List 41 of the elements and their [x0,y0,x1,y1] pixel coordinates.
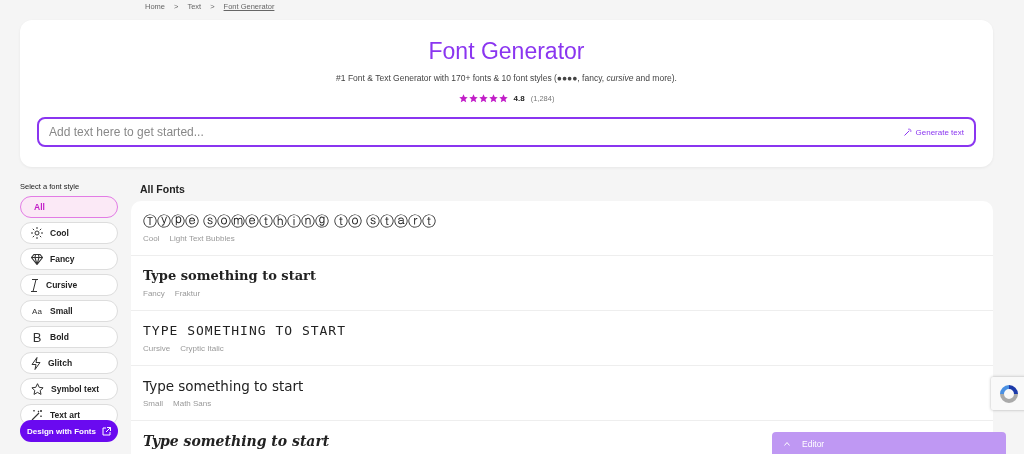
style-icon: B [31,329,43,345]
generate-text-button[interactable]: Generate text [901,125,966,139]
font-name: Light Text Bubbles [169,234,235,243]
font-style-button[interactable]: All [20,196,118,218]
font-name: Fraktur [174,289,201,298]
external-link-icon [101,426,111,436]
font-sample[interactable]: Type something to start [143,376,304,396]
font-style-button[interactable]: Fancy [20,248,118,270]
font-sample[interactable]: Type something to start [143,431,330,451]
text-cursor-icon [31,278,39,292]
font-name: Cryptic Italic [180,344,224,353]
magic-wand-icon [903,128,912,136]
subtitle: #1 Font & Text Generator with 170+ fonts & 10 font styles (●●●●, fancy, cursive and more). [336,73,677,83]
text-input-field[interactable]: Add text here to get started... Generate text [37,117,976,147]
category-tag: Cool [143,234,160,243]
lightning-icon [31,356,41,370]
font-sample[interactable]: Ⓣⓨⓟⓔ ⓢⓞⓜⓔⓣⓗⓘⓝⓖ ⓣⓞ ⓢⓣⓐⓡⓣ [143,211,437,231]
font-sample[interactable]: TYPE SOMETHING TO START [143,321,346,341]
design-with-fonts-button[interactable]: Design with Fonts [20,420,118,442]
page-title: Font Generator [428,37,585,65]
category-tag: Cursive [143,344,171,353]
font-style-button[interactable]: B Bold [20,326,118,348]
font-name: Math Sans [173,399,212,408]
magic-wand-icon [31,409,43,421]
font-style-button[interactable]: Aa Small [20,300,118,322]
star-icon [31,383,44,395]
font-style-button[interactable]: Symbol text [20,378,118,400]
category-tag: Fancy [143,289,165,298]
font-style-button[interactable]: Cool [20,222,118,244]
diamond-icon [31,253,43,265]
font-style-button[interactable]: Cursive [20,274,118,296]
category-tag: Small [143,399,163,408]
rating-value: 4.8 [513,94,525,103]
style-icon: Aa [31,306,43,316]
chevron-icon [784,442,790,446]
font-style-button[interactable]: Glitch [20,352,118,374]
sparkle-icon [31,227,43,239]
editor-label: Editor [802,439,825,449]
font-sample[interactable]: Type something to start [143,266,316,286]
captcha-logo-icon [999,383,1019,404]
section-heading: All Fonts [140,182,186,196]
